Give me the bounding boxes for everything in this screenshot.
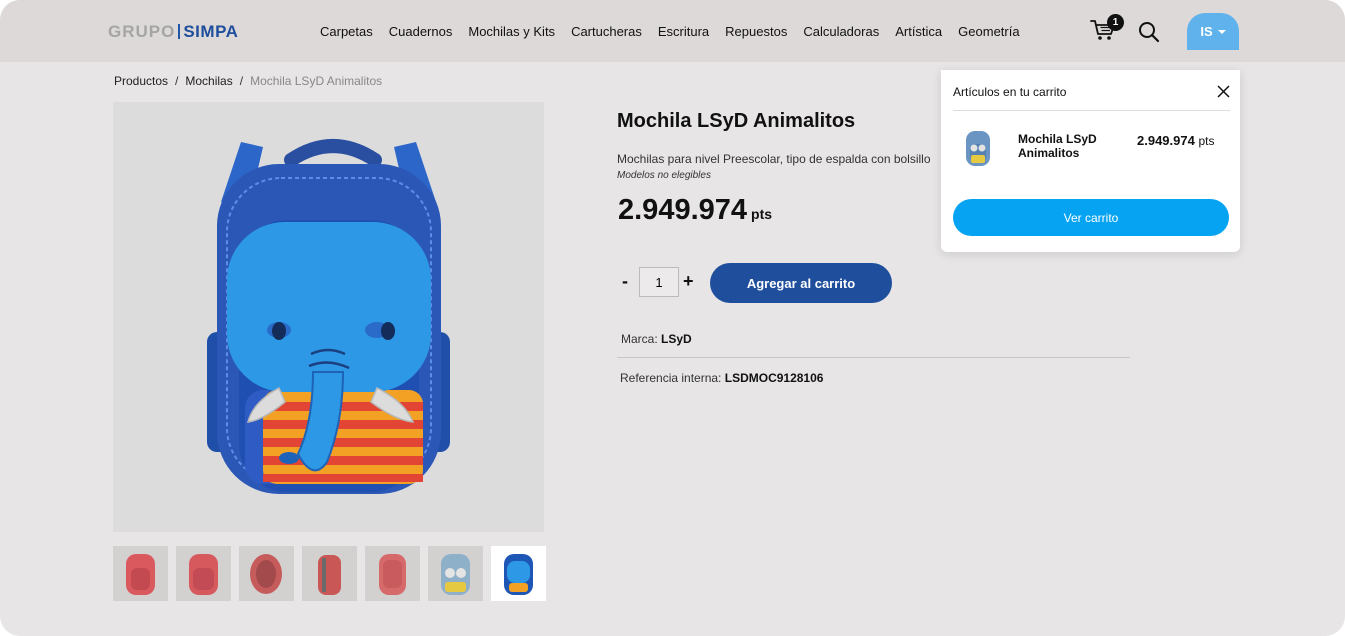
user-menu-button[interactable]: IS bbox=[1187, 13, 1239, 50]
cart-item-image bbox=[966, 131, 990, 166]
product-note: Modelos no elegibles bbox=[617, 170, 711, 181]
close-button[interactable] bbox=[1217, 85, 1230, 98]
cart-item-price-unit: pts bbox=[1198, 134, 1215, 148]
spec-reference-value: LSDMOC9128106 bbox=[724, 371, 824, 385]
quantity-increment-button[interactable]: + bbox=[683, 271, 694, 292]
product-price-unit: pts bbox=[751, 206, 773, 222]
thumbnail-4-image bbox=[318, 555, 341, 595]
cart-item-price-value: 2.949.974 bbox=[1137, 133, 1195, 148]
nav-item-artistica[interactable]: Artística bbox=[895, 24, 942, 39]
cart-item-thumbnail[interactable] bbox=[961, 128, 995, 168]
brand-logo-divider bbox=[178, 24, 181, 39]
spec-reference-label: Referencia interna: bbox=[620, 371, 722, 385]
breadcrumb-separator: / bbox=[175, 74, 179, 88]
brand-logo[interactable]: GRUPO SIMPA bbox=[108, 22, 238, 42]
nav-item-escritura[interactable]: Escritura bbox=[658, 24, 709, 39]
spec-brand-value: LSyD bbox=[661, 332, 692, 346]
spec-brand-label: Marca: bbox=[621, 332, 658, 346]
thumbnail-5-image bbox=[379, 554, 406, 595]
product-price-value: 2.949.974 bbox=[618, 194, 748, 226]
search-button[interactable] bbox=[1138, 21, 1160, 43]
spec-divider bbox=[617, 357, 1130, 358]
spec-brand: Marca: LSyD bbox=[621, 332, 692, 346]
chevron-down-icon bbox=[1217, 29, 1226, 34]
backpack-elephant-image bbox=[207, 139, 450, 494]
close-icon bbox=[1217, 85, 1230, 98]
thumbnail-7-image bbox=[504, 554, 533, 595]
nav-item-repuestos[interactable]: Repuestos bbox=[725, 24, 787, 39]
thumbnail-1-image bbox=[126, 554, 155, 595]
nav-item-cartucheras[interactable]: Cartucheras bbox=[571, 24, 642, 39]
thumbnail-2[interactable] bbox=[176, 546, 231, 601]
cart-popup-title: Artículos en tu carrito bbox=[953, 85, 1067, 99]
page-frame: GRUPO SIMPA Carpetas Cuadernos Mochilas y… bbox=[0, 0, 1345, 636]
nav-item-calculadoras[interactable]: Calculadoras bbox=[803, 24, 879, 39]
cart-item-name[interactable]: Mochila LSyD Animalitos bbox=[1018, 132, 1118, 160]
nav-item-mochilas-kits[interactable]: Mochilas y Kits bbox=[468, 24, 555, 39]
breadcrumb-item-productos[interactable]: Productos bbox=[114, 74, 168, 88]
cart-item-price: 2.949.974 pts bbox=[1137, 133, 1214, 148]
thumbnail-3[interactable] bbox=[239, 546, 294, 601]
breadcrumb-separator: / bbox=[239, 74, 244, 88]
breadcrumb-item-mochilas[interactable]: Mochilas bbox=[185, 74, 232, 88]
product-title: Mochila LSyD Animalitos bbox=[617, 110, 856, 132]
thumbnail-4[interactable] bbox=[302, 546, 357, 601]
product-description: Mochilas para nivel Preescolar, tipo de … bbox=[617, 152, 931, 166]
breadcrumb-current: Mochila LSyD Animalitos bbox=[250, 74, 383, 88]
spec-reference: Referencia interna: LSDMOC9128106 bbox=[620, 371, 823, 385]
brand-logo-right: SIMPA bbox=[183, 22, 239, 41]
main-nav: Carpetas Cuadernos Mochilas y Kits Cartu… bbox=[320, 24, 1020, 39]
brand-logo-left: GRUPO bbox=[108, 22, 176, 41]
cart-popup: Artículos en tu carrito Mochila LSyD Ani… bbox=[941, 70, 1240, 252]
breadcrumb: Productos / Mochilas / Mochila LSyD Animalit… bbox=[114, 74, 382, 88]
quantity-decrement-button[interactable]: - bbox=[622, 271, 628, 292]
product-main-image[interactable] bbox=[113, 102, 544, 532]
cart-popup-divider bbox=[953, 110, 1230, 111]
nav-item-cuadernos[interactable]: Cuadernos bbox=[389, 24, 453, 39]
product-price: 2.949.974 pts bbox=[618, 194, 772, 227]
cart-count-badge: 1 bbox=[1107, 14, 1124, 31]
thumbnail-1[interactable] bbox=[113, 546, 168, 601]
thumbnail-strip bbox=[113, 546, 546, 601]
cart-button[interactable]: 1 bbox=[1090, 14, 1124, 44]
thumbnail-6-image bbox=[441, 554, 470, 595]
thumbnail-2-image bbox=[189, 554, 218, 595]
thumbnail-6[interactable] bbox=[428, 546, 483, 601]
nav-item-carpetas[interactable]: Carpetas bbox=[320, 24, 373, 39]
nav-item-geometria[interactable]: Geometría bbox=[958, 24, 1019, 39]
view-cart-button[interactable]: Ver carrito bbox=[953, 199, 1229, 236]
thumbnail-3-image bbox=[250, 554, 282, 594]
thumbnail-5[interactable] bbox=[365, 546, 420, 601]
add-to-cart-button[interactable]: Agregar al carrito bbox=[710, 263, 892, 303]
header: GRUPO SIMPA Carpetas Cuadernos Mochilas y… bbox=[0, 0, 1345, 62]
thumbnail-7[interactable] bbox=[491, 546, 546, 601]
user-initials: IS bbox=[1200, 24, 1213, 39]
quantity-input[interactable] bbox=[639, 267, 679, 297]
search-icon bbox=[1139, 22, 1160, 43]
